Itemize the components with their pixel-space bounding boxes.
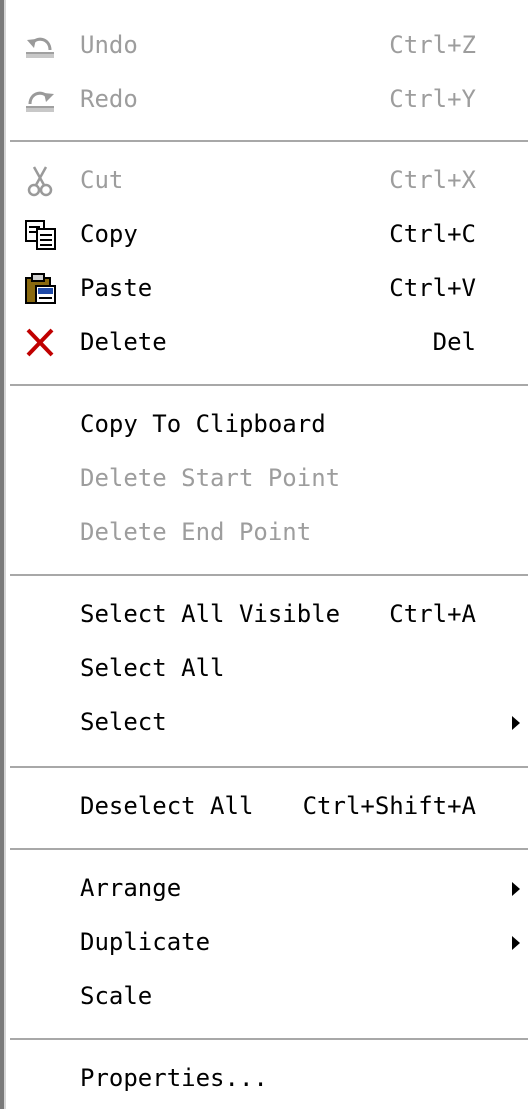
- menu-item-label: Arrange: [80, 874, 182, 902]
- menu-item-shortcut: Ctrl+Shift+A: [302, 792, 476, 820]
- menu-item-copy-to-clipboard[interactable]: Copy To Clipboard: [6, 398, 526, 452]
- copy-icon: [24, 219, 58, 251]
- menu-item-label: Select: [80, 708, 167, 736]
- menu-item-shortcut: Del: [432, 328, 476, 356]
- undo-icon: [24, 30, 58, 62]
- menu-item-label: Delete Start Point: [80, 464, 341, 492]
- menu-item-label: Scale: [80, 982, 153, 1010]
- menu-item-redo[interactable]: Redo Ctrl+Y: [6, 73, 526, 127]
- menu-item-shortcut: Ctrl+V: [389, 274, 476, 302]
- menu-separator: [10, 140, 528, 144]
- menu-item-select-all-visible[interactable]: Select All Visible Ctrl+A: [6, 588, 526, 642]
- menu-item-label: Deselect All: [80, 792, 254, 820]
- menu-item-label: Paste: [80, 274, 153, 302]
- menu-item-arrange[interactable]: Arrange: [6, 862, 526, 916]
- context-menu: Undo Ctrl+Z Redo Ctrl+Y Cut Ctrl+X Copy …: [0, 0, 528, 1109]
- menu-item-shortcut: Ctrl+X: [389, 166, 476, 194]
- menu-separator: [10, 848, 528, 852]
- scissors-icon: [24, 165, 58, 197]
- menu-item-label: Duplicate: [80, 928, 211, 956]
- menu-item-label: Redo: [80, 85, 138, 113]
- submenu-arrow-icon: [512, 882, 520, 896]
- menu-item-shortcut: Ctrl+C: [389, 220, 476, 248]
- menu-item-shortcut: Ctrl+Z: [389, 31, 476, 59]
- menu-item-delete[interactable]: Delete Del: [6, 316, 526, 370]
- menu-separator: [10, 384, 528, 388]
- menu-item-label: Select All Visible: [80, 600, 341, 628]
- menu-item-label: Copy: [80, 220, 138, 248]
- menu-left-border: [0, 0, 6, 1109]
- menu-item-select-all[interactable]: Select All: [6, 642, 526, 696]
- delete-x-icon: [24, 327, 58, 359]
- submenu-arrow-icon: [512, 936, 520, 950]
- menu-item-paste[interactable]: Paste Ctrl+V: [6, 262, 526, 316]
- menu-item-label: Delete End Point: [80, 518, 312, 546]
- menu-item-label: Copy To Clipboard: [80, 410, 326, 438]
- paste-icon: [24, 273, 58, 305]
- submenu-arrow-icon: [512, 716, 520, 730]
- menu-item-scale[interactable]: Scale: [6, 970, 526, 1024]
- menu-item-duplicate[interactable]: Duplicate: [6, 916, 526, 970]
- menu-item-undo[interactable]: Undo Ctrl+Z: [6, 19, 526, 73]
- redo-icon: [24, 84, 58, 116]
- menu-item-label: Undo: [80, 31, 138, 59]
- menu-item-label: Properties...: [80, 1064, 268, 1092]
- menu-separator: [10, 766, 528, 770]
- menu-item-delete-start-point[interactable]: Delete Start Point: [6, 452, 526, 506]
- menu-item-select[interactable]: Select: [6, 696, 526, 750]
- menu-item-label: Select All: [80, 654, 225, 682]
- menu-item-properties[interactable]: Properties...: [6, 1052, 526, 1106]
- menu-item-copy[interactable]: Copy Ctrl+C: [6, 208, 526, 262]
- menu-item-delete-end-point[interactable]: Delete End Point: [6, 506, 526, 560]
- menu-separator: [10, 1038, 528, 1042]
- menu-item-cut[interactable]: Cut Ctrl+X: [6, 154, 526, 208]
- menu-item-label: Delete: [80, 328, 167, 356]
- menu-item-shortcut: Ctrl+Y: [389, 85, 476, 113]
- menu-separator: [10, 574, 528, 578]
- menu-item-shortcut: Ctrl+A: [389, 600, 476, 628]
- menu-item-deselect-all[interactable]: Deselect All Ctrl+Shift+A: [6, 780, 526, 834]
- menu-item-label: Cut: [80, 166, 124, 194]
